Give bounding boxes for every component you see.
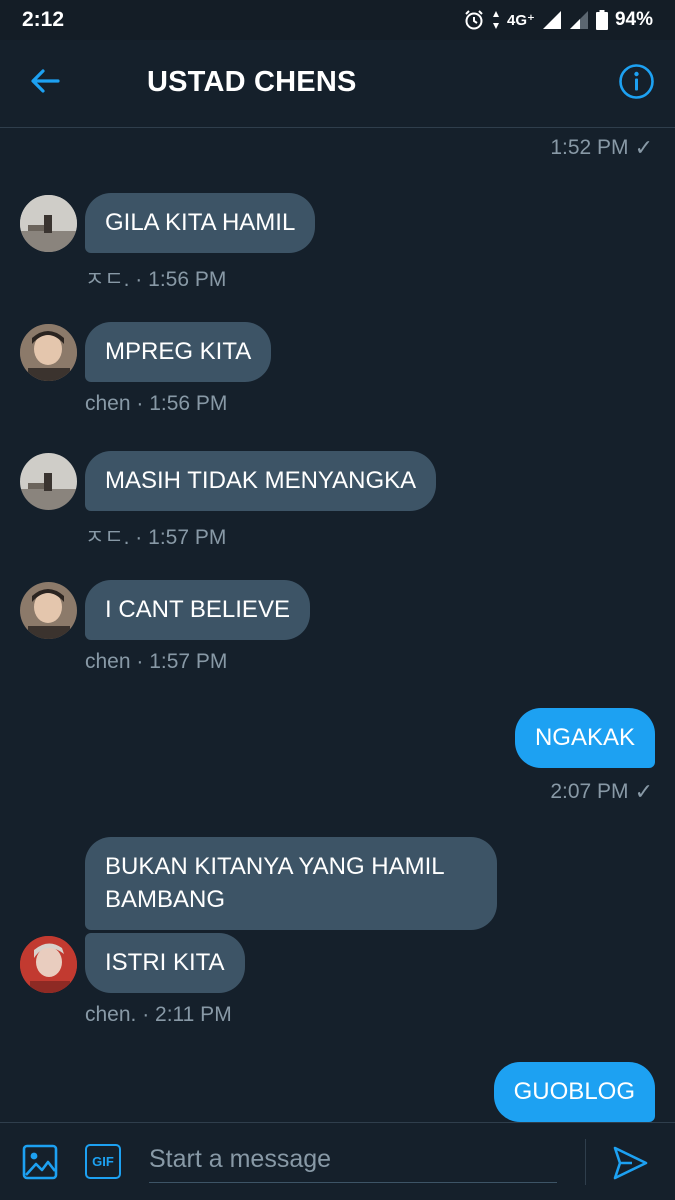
incoming-message-bubble[interactable]: I CANT BELIEVE (85, 580, 310, 640)
message-text: I CANT BELIEVE (105, 596, 290, 623)
message-meta: 2:07 PM ✓ (550, 779, 653, 804)
conversation-title[interactable]: USTAD CHENS (147, 66, 357, 99)
conversation-header: USTAD CHENS (0, 40, 675, 128)
image-icon[interactable] (22, 1144, 58, 1180)
message-text: GILA KITA HAMIL (105, 209, 296, 236)
incoming-message-bubble[interactable]: GILA KITA HAMIL (85, 193, 316, 253)
battery-icon (595, 10, 608, 30)
read-check-icon: ✓ (634, 135, 653, 160)
signal-weak-icon (569, 11, 588, 29)
message-meta: chen · 1:56 PM (85, 392, 228, 415)
avatar-photo (20, 324, 77, 381)
avatar[interactable] (20, 582, 77, 639)
battery-level: 94% (614, 9, 653, 30)
status-time: 2:12 (22, 8, 65, 31)
avatar-photo (20, 936, 77, 993)
status-bar: 2:12 4G⁺ 94% (0, 0, 675, 40)
incoming-message-bubble[interactable]: ISTRI KITA (85, 933, 245, 993)
message-meta: 1:52 PM ✓ (550, 135, 653, 160)
incoming-message-bubble[interactable]: BUKAN KITANYA YANG HAMIL BAMBANG (85, 837, 497, 930)
send-icon[interactable] (612, 1145, 648, 1181)
status-icons: 4G⁺ 94% (463, 9, 653, 31)
avatar[interactable] (20, 195, 77, 252)
read-check-icon: ✓ (634, 779, 653, 804)
info-circle-icon[interactable] (618, 63, 655, 100)
message-text: ISTRI KITA (105, 949, 225, 976)
incoming-message-bubble[interactable]: MPREG KITA (85, 322, 272, 382)
message-meta: chen. · 2:11 PM (85, 1003, 232, 1026)
message-text: MPREG KITA (105, 338, 252, 365)
message-text: BUKAN KITANYA YANG HAMIL BAMBANG (105, 853, 444, 913)
message-text: NGAKAK (534, 724, 635, 751)
network-type: 4G⁺ (507, 12, 535, 29)
data-arrows-icon (493, 11, 500, 29)
message-composer: GIF (0, 1122, 675, 1200)
avatar[interactable] (20, 324, 77, 381)
composer-divider (585, 1139, 586, 1185)
outgoing-message-bubble[interactable]: GUOBLOG (493, 1062, 655, 1122)
signal-icon (542, 11, 561, 29)
avatar-photo (20, 195, 77, 252)
message-meta: chen · 1:57 PM (85, 650, 228, 673)
message-meta: ㅈㄷ. · 1:57 PM (85, 526, 227, 549)
avatar-photo (20, 582, 77, 639)
avatar-photo (20, 453, 77, 510)
incoming-message-bubble[interactable]: MASIH TIDAK MENYANGKA (85, 451, 437, 511)
message-text: MASIH TIDAK MENYANGKA (105, 467, 417, 494)
alarm-icon (465, 10, 483, 30)
arrow-left-icon[interactable] (28, 64, 62, 98)
message-list[interactable]: 1:52 PM ✓ GILA KITA HAMIL ㅈㄷ. · 1:56 PM M… (0, 129, 675, 1122)
message-text: GUOBLOG (513, 1078, 635, 1105)
avatar[interactable] (20, 936, 77, 993)
message-input[interactable] (149, 1137, 557, 1183)
avatar[interactable] (20, 453, 77, 510)
gif-button[interactable]: GIF (85, 1144, 121, 1179)
message-meta: ㅈㄷ. · 1:56 PM (85, 268, 227, 291)
outgoing-message-bubble[interactable]: NGAKAK (514, 708, 655, 768)
